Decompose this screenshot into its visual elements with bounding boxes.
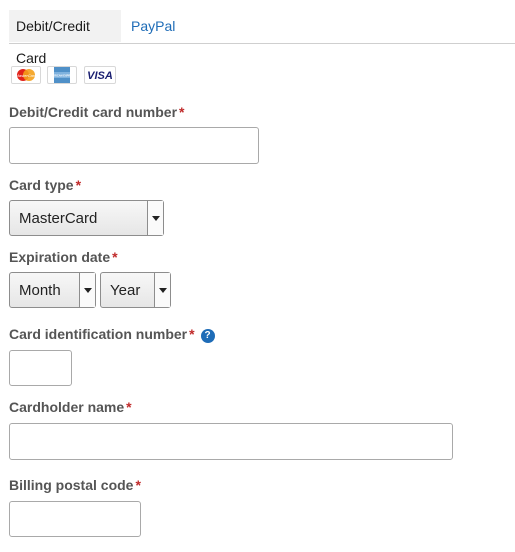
card-type-select[interactable]: MasterCard [9,200,164,236]
required-marker: * [179,104,185,120]
billing-postal-code-input[interactable] [9,501,141,537]
card-type-selected-value: MasterCard [19,209,98,227]
required-marker: * [75,177,82,193]
expiration-year-value: Year [110,281,141,299]
help-icon[interactable]: ? [200,329,215,343]
tab-debit-credit-card[interactable]: Debit/Credit Card [9,10,121,66]
required-marker: * [135,477,141,493]
card-number-input[interactable] [9,127,259,164]
cvv-input[interactable] [9,350,72,386]
cardholder-name-label: Cardholder name * [9,399,132,415]
chevron-down-icon [147,201,163,235]
cardholder-name-input[interactable] [9,423,453,460]
card-number-label: Debit/Credit card number * [9,104,185,120]
card-type-label: Card type * [9,177,82,193]
svg-text:AMERICAN EXPRESS: AMERICAN EXPRESS [49,74,76,78]
cvv-label: Card identification number *? [9,326,215,343]
visa-logo-icon: VISA [84,66,116,84]
payment-method-tabs: Debit/Credit Card PayPal [9,10,515,66]
billing-postal-code-label: Billing postal code * [9,477,141,493]
svg-text:VISA: VISA [87,70,113,82]
amex-logo-icon: AMERICAN EXPRESS [47,66,77,84]
expiration-year-select[interactable]: Year [100,272,171,308]
mastercard-logo-icon: MasterCard [11,66,41,84]
required-marker: * [112,249,118,265]
expiration-month-value: Month [19,281,61,299]
svg-text:MasterCard: MasterCard [16,73,38,78]
required-marker: * [126,399,132,415]
tab-paypal[interactable]: PayPal [124,10,182,42]
expiration-month-select[interactable]: Month [9,272,96,308]
chevron-down-icon [79,273,95,307]
required-marker: * [189,326,195,342]
expiration-date-label: Expiration date * [9,249,118,265]
chevron-down-icon [154,273,170,307]
